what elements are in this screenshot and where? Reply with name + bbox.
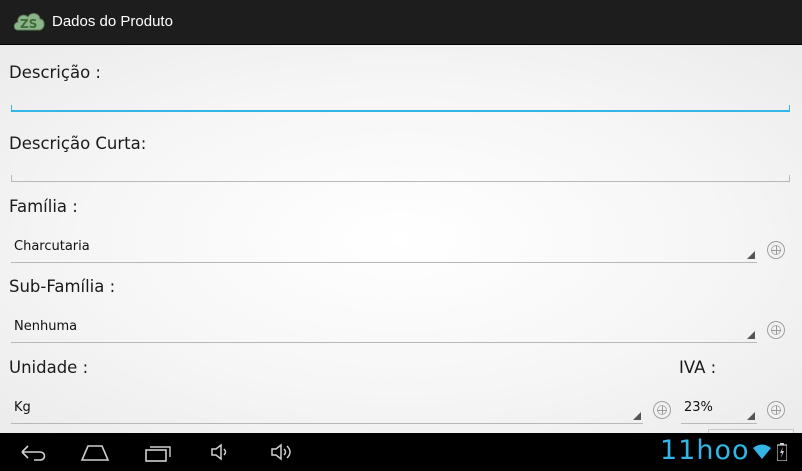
familia-selected-value: Charcutaria: [14, 239, 90, 254]
familia-spinner[interactable]: Charcutaria: [11, 235, 757, 263]
action-bar: ZS Dados do Produto: [0, 0, 802, 45]
descricao-label: Descrição :: [9, 63, 101, 82]
svg-text:ZS: ZS: [20, 17, 37, 31]
wifi-icon: [752, 443, 772, 466]
descricao-curta-label: Descrição Curta:: [9, 134, 147, 153]
iva-selected-value: 23%: [684, 400, 713, 415]
dropdown-arrow-icon: [747, 251, 755, 259]
home-icon[interactable]: [80, 442, 110, 467]
zs-cloud-logo-icon[interactable]: ZS: [12, 8, 46, 36]
unidade-spinner[interactable]: Kg: [11, 396, 643, 424]
battery-icon: [776, 443, 788, 466]
brand-logo: 11hoo: [660, 435, 750, 466]
dropdown-arrow-icon: [747, 412, 755, 420]
add-sub-familia-button[interactable]: [767, 321, 785, 339]
add-iva-button[interactable]: [767, 401, 785, 419]
volume-down-icon[interactable]: [210, 442, 234, 467]
add-familia-button[interactable]: [767, 241, 785, 259]
iva-spinner[interactable]: 23%: [681, 396, 757, 424]
volume-up-icon[interactable]: [270, 442, 298, 467]
recent-apps-icon[interactable]: [144, 442, 174, 467]
unidade-selected-value: Kg: [14, 400, 31, 415]
system-nav-bar: 11hoo: [0, 433, 802, 471]
add-unidade-button[interactable]: [653, 401, 671, 419]
product-form: Descrição : Descrição Curta: Família : C…: [0, 45, 802, 433]
back-icon[interactable]: [18, 442, 48, 467]
page-title: Dados do Produto: [52, 13, 173, 30]
sub-familia-spinner[interactable]: Nenhuma: [11, 315, 757, 343]
descricao-input[interactable]: [11, 105, 790, 112]
dropdown-arrow-icon: [747, 331, 755, 339]
sub-familia-selected-value: Nenhuma: [14, 319, 78, 334]
dropdown-arrow-icon: [633, 412, 641, 420]
sub-familia-label: Sub-Família :: [9, 277, 116, 296]
unidade-label: Unidade :: [9, 358, 89, 377]
descricao-curta-input[interactable]: [11, 175, 790, 182]
familia-label: Família :: [9, 197, 78, 216]
iva-label: IVA :: [679, 358, 717, 377]
